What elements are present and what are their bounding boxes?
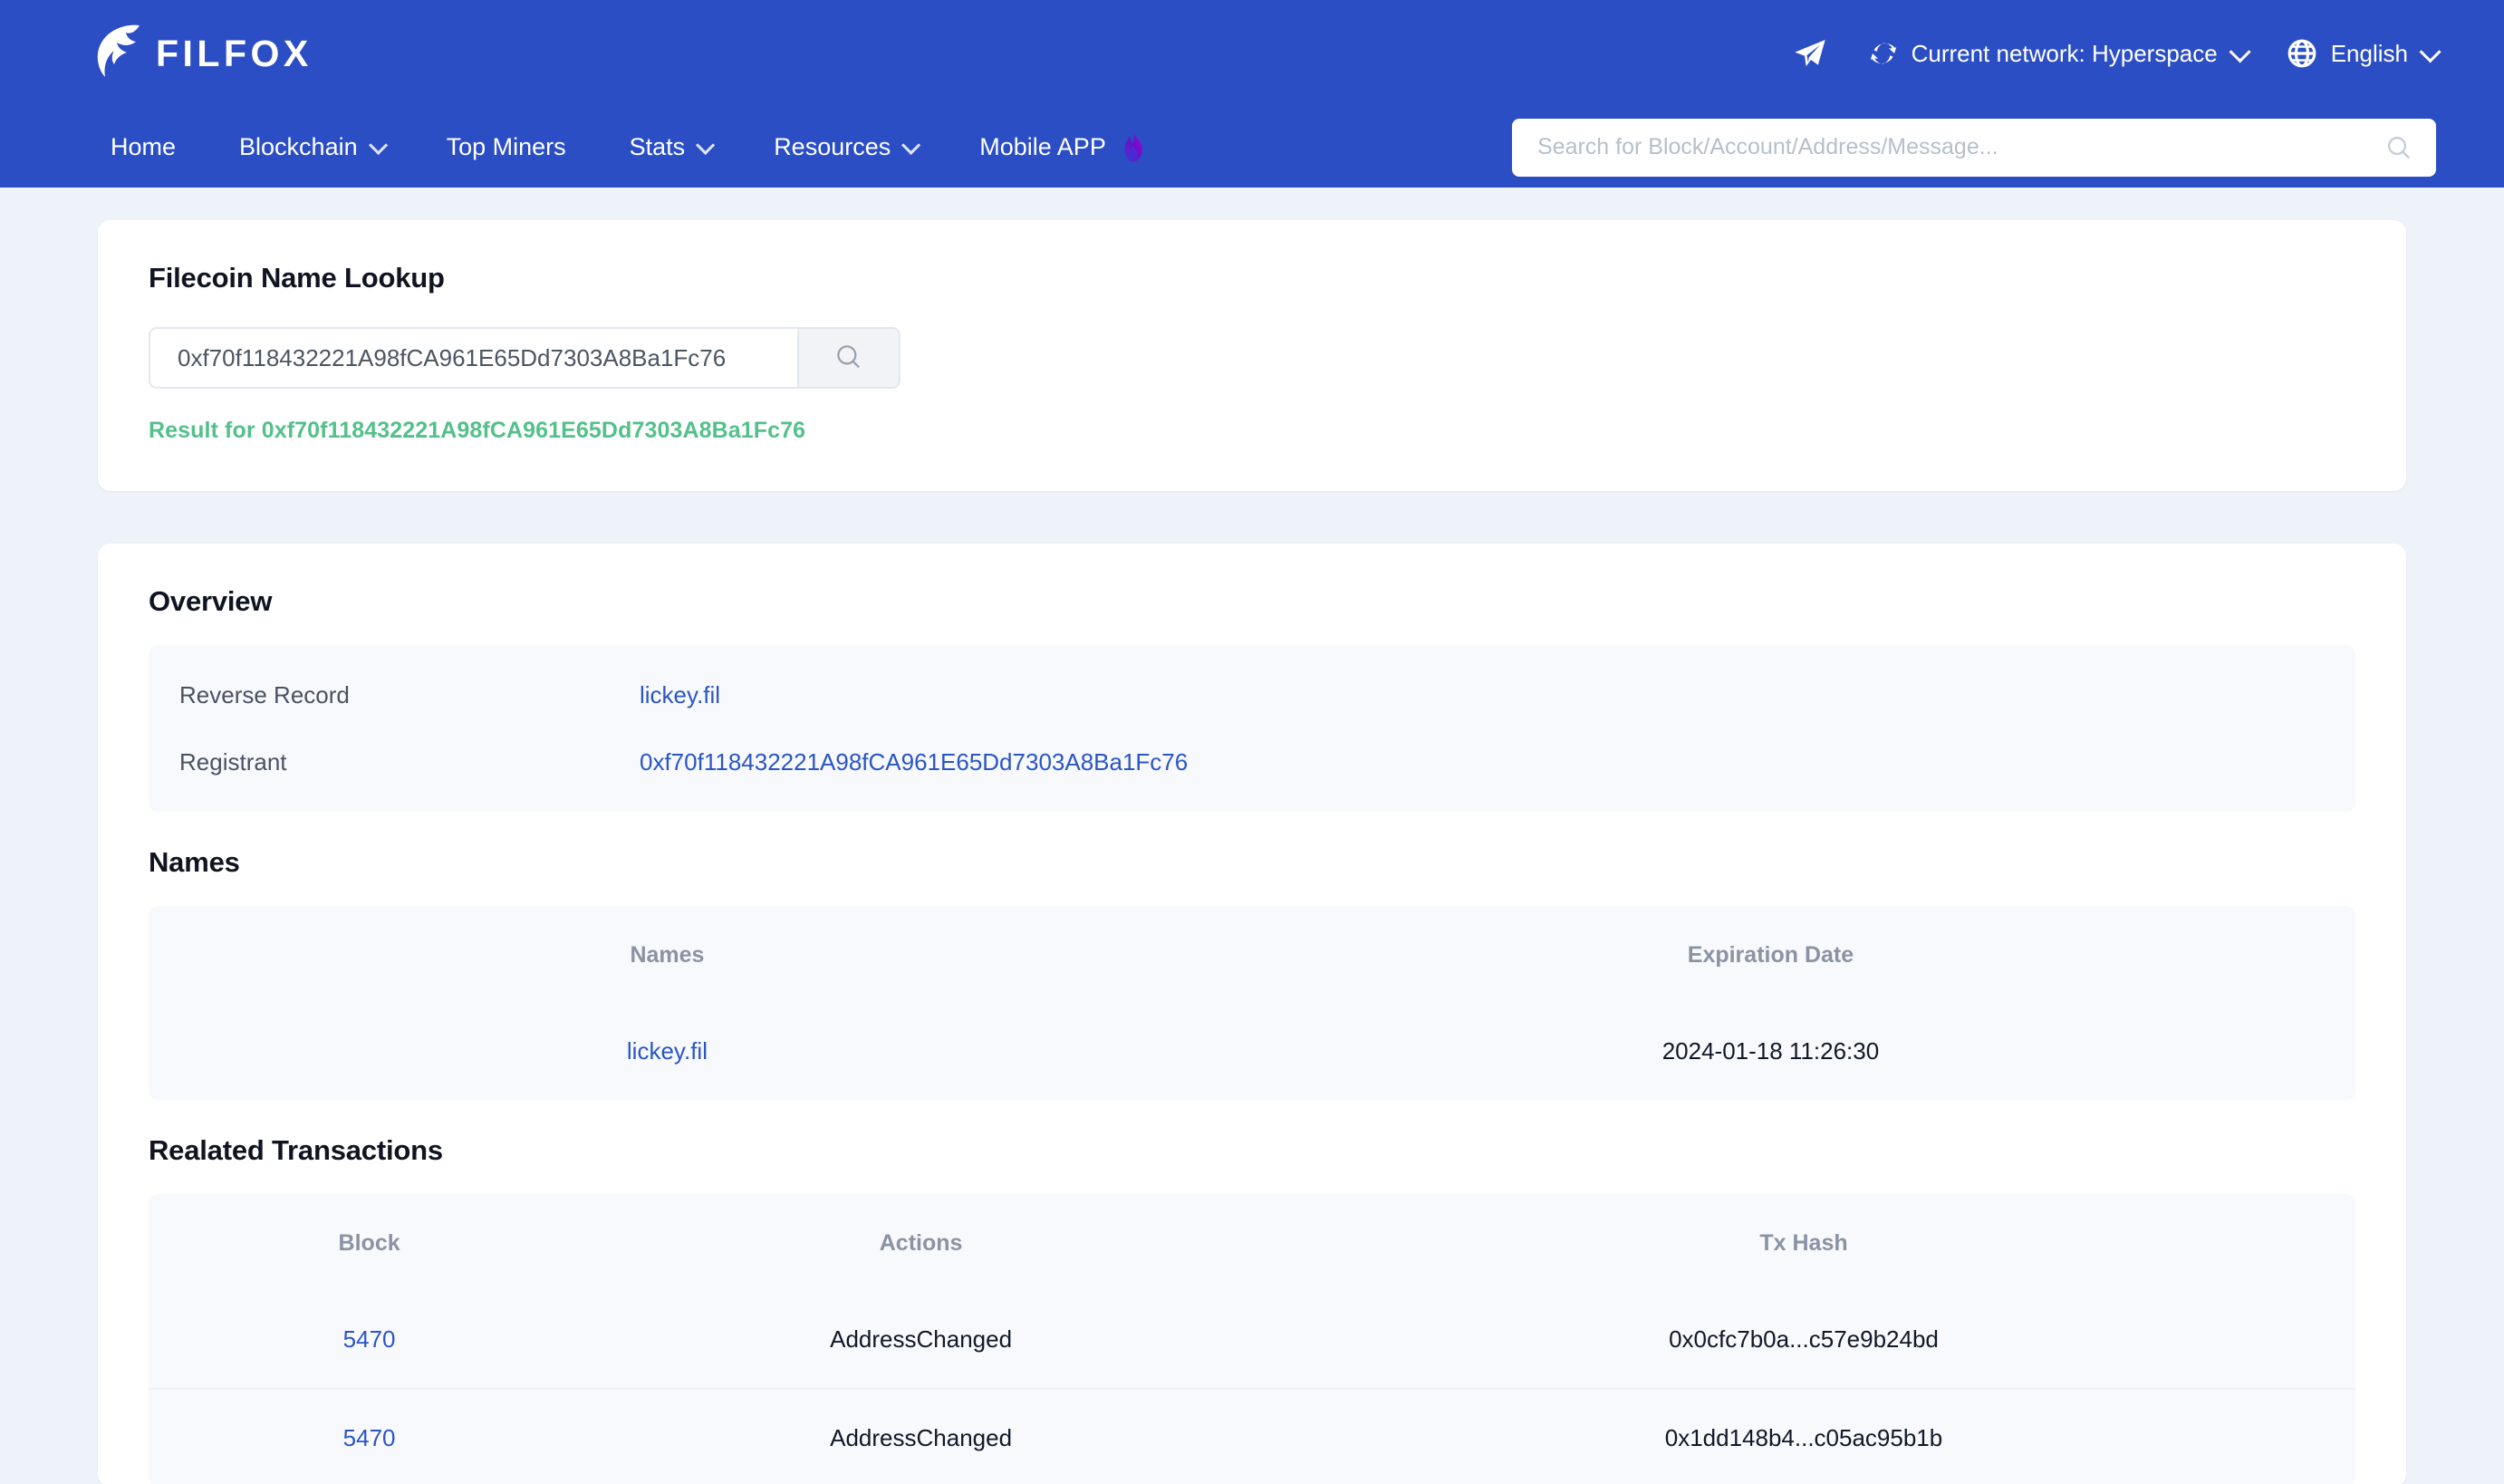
chevron-down-icon (2419, 40, 2441, 63)
nav-item-label: Blockchain (239, 133, 358, 160)
block-link[interactable]: 5470 (343, 1325, 396, 1353)
chevron-down-icon (2229, 40, 2251, 63)
language-label: English (2330, 39, 2408, 67)
name-link[interactable]: lickey.fil (627, 1037, 708, 1065)
block-cell: 5470 (149, 1388, 591, 1484)
names-heading: Names (149, 846, 240, 878)
flame-icon (1120, 131, 1147, 163)
network-label: Current network: Hyperspace (1911, 39, 2218, 67)
names-cell: lickey.fil (149, 1003, 1186, 1100)
registrant-address-link[interactable]: 0xf70f118432221A98fCA961E65Dd7303A8Ba1Fc… (640, 748, 1188, 776)
table-row: lickey.fil 2024-01-18 11:26:30 (149, 1003, 2355, 1100)
refresh-sync-icon (1868, 38, 1899, 69)
globe-icon (2286, 37, 2318, 70)
nav-item-top-miners[interactable]: Top Miners (415, 133, 598, 161)
column-header-tx-hash: Tx Hash (1759, 1230, 1848, 1256)
tx-hash-cell: 0x1dd148b4...c05ac95b1b (1251, 1388, 2355, 1484)
related-transactions-table: Block Actions Tx Hash 5470 AddressChange… (149, 1194, 2355, 1484)
language-selector[interactable]: English (2286, 37, 2441, 70)
nav-item-mobile-app[interactable]: Mobile APP (948, 131, 1179, 163)
search-input[interactable] (1537, 134, 2385, 160)
reverse-record-link[interactable]: lickey.fil (640, 681, 720, 709)
page-title: Filecoin Name Lookup (149, 262, 445, 294)
nav-item-label: Mobile APP (979, 133, 1106, 160)
column-header-expiration-date: Expiration Date (1687, 942, 1854, 968)
action-cell: AddressChanged (830, 1325, 1013, 1353)
site-header: FILFOX Current network: Hyperspace Engli… (0, 0, 2504, 188)
nav-item-stats[interactable]: Stats (598, 133, 743, 161)
nav-item-home[interactable]: Home (91, 133, 207, 161)
telegram-paper-plane-icon (1792, 35, 1828, 72)
name-lookup-field[interactable] (149, 327, 900, 389)
column-header-block: Block (338, 1230, 400, 1256)
column-header-actions: Actions (879, 1230, 963, 1256)
lookup-result-status: Result for 0xf70f118432221A98fCA961E65Dd… (149, 418, 806, 443)
filfox-fox-logo-icon (91, 23, 143, 85)
chevron-down-icon (368, 135, 388, 155)
overview-panel: Reverse Record lickey.fil Registrant 0xf… (149, 645, 2355, 812)
nav-item-label: Top Miners (446, 133, 566, 160)
main-navigation: Home Blockchain Top Miners Stats Resourc… (0, 107, 2504, 188)
nav-item-label: Resources (774, 133, 891, 160)
table-row: 5470 AddressChanged 0x0cfc7b0a...c57e9b2… (149, 1291, 2355, 1389)
chevron-down-icon (901, 135, 921, 155)
transactions-table-head: Block Actions Tx Hash (149, 1194, 2355, 1291)
names-table-head: Names Expiration Date (149, 906, 2355, 1003)
name-lookup-submit-button[interactable] (797, 329, 899, 387)
overview-row-label: Reverse Record (179, 680, 350, 708)
search-icon (834, 342, 863, 374)
expiration-date-cell: 2024-01-18 11:26:30 (1661, 1037, 1880, 1065)
name-lookup-input[interactable] (150, 329, 797, 387)
brand-logo-link[interactable]: FILFOX (91, 21, 313, 86)
transactions-table-body: 5470 AddressChanged 0x0cfc7b0a...c57e9b2… (149, 1291, 2355, 1484)
name-detail-card: Overview Reverse Record lickey.fil Regis… (98, 544, 2406, 1484)
nav-item-resources[interactable]: Resources (742, 133, 948, 161)
table-row: 5470 AddressChanged 0x1dd148b4...c05ac95… (149, 1388, 2355, 1484)
nav-item-label: Stats (629, 133, 686, 160)
filecoin-name-lookup-card: Filecoin Name Lookup Result for 0xf70f11… (98, 220, 2406, 491)
block-link[interactable]: 5470 (343, 1424, 396, 1451)
tx-hash-cell: 0x0cfc7b0a...c57e9b24bd (1669, 1325, 1939, 1353)
names-table-body: lickey.fil 2024-01-18 11:26:30 (149, 1003, 2355, 1100)
chevron-down-icon (696, 135, 716, 155)
overview-row-label: Registrant (179, 747, 287, 776)
header-top-bar: FILFOX Current network: Hyperspace Engli… (0, 0, 2504, 107)
nav-item-label: Home (111, 133, 177, 160)
table-header-row: Block Actions Tx Hash (149, 1194, 2355, 1291)
panel-spacer (149, 795, 2355, 812)
block-cell: 5470 (149, 1291, 590, 1389)
overview-heading: Overview (149, 585, 273, 617)
column-header-names: Names (630, 942, 705, 968)
network-selector[interactable]: Current network: Hyperspace (1868, 38, 2251, 69)
global-search[interactable] (1512, 118, 2436, 177)
related-transactions-heading: Realated Transactions (149, 1134, 443, 1166)
search-icon[interactable] (2385, 134, 2413, 161)
header-utility-group: Current network: Hyperspace English (1792, 35, 2441, 72)
brand-wordmark: FILFOX (156, 32, 313, 74)
overview-row-reverse-record: Reverse Record lickey.fil (149, 661, 2355, 728)
telegram-link[interactable] (1792, 35, 1828, 72)
overview-row-registrant: Registrant 0xf70f118432221A98fCA961E65Dd… (149, 728, 2355, 795)
action-cell: AddressChanged (590, 1388, 1252, 1484)
page-content: Filecoin Name Lookup Result for 0xf70f11… (0, 188, 2504, 1484)
names-table: Names Expiration Date lickey.fil 2024-01… (149, 906, 2355, 1100)
nav-item-blockchain[interactable]: Blockchain (207, 133, 415, 161)
panel-spacer (149, 645, 2355, 661)
table-header-row: Names Expiration Date (149, 906, 2355, 1003)
nav-item-list: Home Blockchain Top Miners Stats Resourc… (91, 131, 1179, 163)
